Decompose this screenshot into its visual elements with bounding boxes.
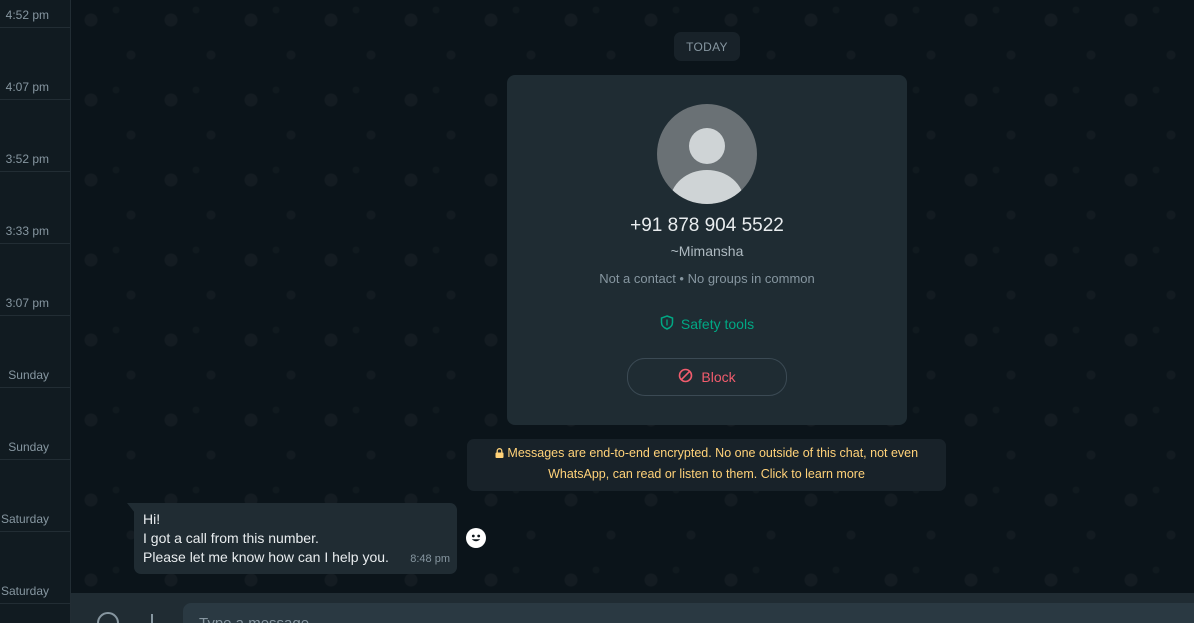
plus-icon[interactable] (145, 612, 159, 623)
date-divider: TODAY (674, 32, 740, 61)
message-composer (71, 593, 1194, 623)
message-tail (127, 503, 135, 513)
chat-list-time: 3:07 pm (5, 296, 49, 310)
chat-list-item[interactable]: 4:52 pm (0, 0, 70, 28)
chat-list-time: 3:33 pm (5, 224, 49, 238)
chat-list-time: 4:07 pm (5, 80, 49, 94)
message-line: Hi! (143, 511, 161, 527)
message-line: I got a call from this number. (143, 530, 319, 546)
chat-list-item[interactable]: 4:07 pm (0, 28, 70, 100)
encryption-notice[interactable]: Messages are end-to-end encrypted. No on… (467, 439, 946, 491)
chat-list-item[interactable]: Sunday (0, 388, 70, 460)
chat-list-time: Sunday (8, 440, 49, 454)
emoji-icon[interactable] (97, 612, 119, 623)
chat-list-item[interactable]: 3:07 pm (0, 244, 70, 316)
encryption-notice-text-2: WhatsApp, can read or listen to them. Cl… (548, 467, 865, 481)
chat-list-time: 3:52 pm (5, 152, 49, 166)
block-icon (678, 368, 693, 386)
chat-list-time: Saturday (0, 584, 49, 598)
chat-list-time: Saturday (0, 512, 49, 526)
chat-list-item[interactable]: Saturday (0, 532, 70, 604)
message-time: 8:48 pm (410, 553, 450, 565)
incoming-message[interactable]: Hi! I got a call from this number. Pleas… (127, 503, 457, 574)
safety-tools-button[interactable]: Safety tools (507, 315, 907, 333)
lock-icon (495, 446, 507, 460)
chat-list-item[interactable]: Sunday (0, 316, 70, 388)
block-button[interactable]: Block (627, 358, 787, 396)
chat-list-time: 4:52 pm (5, 8, 49, 22)
contact-status: Not a contact • No groups in common (599, 271, 815, 286)
message-line: Please let me know how can I help you. (143, 549, 389, 565)
chat-list-time: Sunday (8, 368, 49, 382)
encryption-notice-text-1: Messages are end-to-end encrypted. No on… (507, 446, 919, 460)
safety-tools-label: Safety tools (680, 316, 755, 332)
chat-list-sidebar: 4:52 pm 4:07 pm 3:52 pm 3:33 pm 3:07 pm … (0, 0, 71, 623)
emoji-reaction-icon[interactable] (466, 528, 486, 548)
chat-list-item[interactable]: Saturday (0, 460, 70, 532)
default-avatar-icon (657, 104, 757, 204)
message-input[interactable] (183, 603, 1194, 623)
chat-list-item[interactable]: 3:33 pm (0, 172, 70, 244)
block-label: Block (701, 369, 736, 385)
chat-list-item[interactable]: 3:52 pm (0, 100, 70, 172)
contact-phone: +91 878 904 5522 (630, 215, 784, 236)
conversation-panel: TODAY +91 878 904 5522 ~Mimansha Not a c… (71, 0, 1194, 593)
shield-icon (660, 315, 674, 333)
contact-name: ~Mimansha (670, 243, 744, 259)
contact-info-card: +91 878 904 5522 ~Mimansha Not a contact… (507, 75, 907, 425)
encryption-notice-line-1: Messages are end-to-end encrypted. No on… (477, 443, 936, 464)
